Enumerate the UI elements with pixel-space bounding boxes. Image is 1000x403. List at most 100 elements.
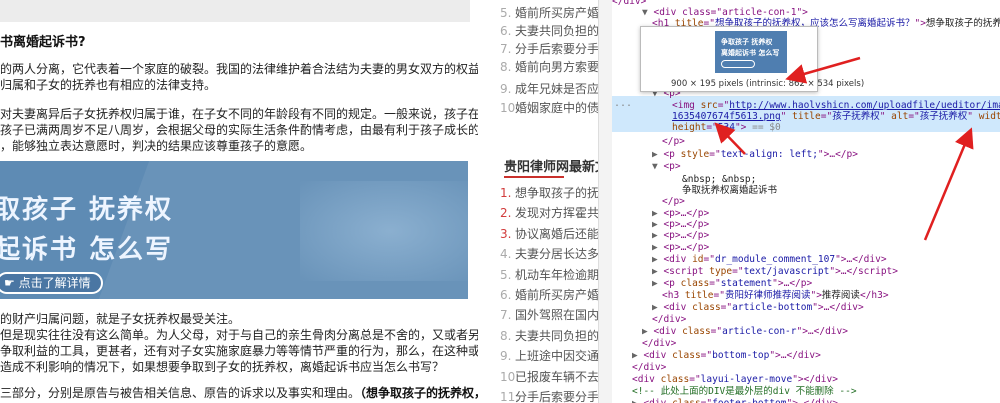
dom-line-div-close-3[interactable]: </div> [632,362,666,374]
dom-line-footer[interactable]: ▶ <div class="footer-bottom">…</div> [632,398,838,403]
sidebar-heading: 贵阳律师网最新文章 [504,160,598,175]
sidebar-latest-item[interactable]: 5.机动车年检逾期未 [500,266,598,284]
layui-class: layui-layer-move [700,374,793,385]
banner-details-label: 点击了解详情 [18,276,91,290]
dom-line-div-close[interactable]: </div> [652,314,686,326]
dom-line-article-bottom[interactable]: ▶ <div class="article-bottom">…</div> [652,302,864,314]
sidebar-item-link[interactable]: 成年兄妹是否应当 [515,82,598,96]
sidebar-top-item[interactable]: 9.成年兄妹是否应当 [500,80,598,98]
p-text-node: 争取抚养权离婚起诉书 [682,185,778,196]
sidebar-item-number: 2. [500,206,512,221]
sidebar-item-link[interactable]: 夫妻分居长达多久 [515,247,598,261]
dom-line-bottom-top[interactable]: ▶ <div class="bottom-top">…</div> [632,350,821,362]
last-line-text: 三部分，分别是原告与被告相关信息、原告的诉求以及事实和理由。 [0,386,361,400]
dom-line-div-close-2[interactable]: </div> [642,338,676,350]
sidebar-item-link[interactable]: 分手后索要分手费 [515,42,598,56]
article-banner-image[interactable]: 取孩子 抚养权 起诉书 怎么写 ☛ 点击了解详情 [0,161,468,299]
article-section-title: 书离婚起诉书? [0,35,86,50]
dom-line-layui[interactable]: <div class="layui-layer-move"></div> [632,374,838,386]
sidebar-top-item[interactable]: 10.婚姻家庭中的债务 [500,99,598,117]
sidebar-item-link[interactable]: 上班途中因交通事 [515,349,598,363]
bottom-top-class: bottom-top [712,350,770,361]
article-paragraph-line: 的两人分离，它代表着一个家庭的破裂。我国的法律维护着合法结为夫妻的男女双方的权益… [0,62,478,76]
dom-line-p-style[interactable]: ▶ <p style="text-align: left;">…</p> [652,149,858,161]
dom-line-h3[interactable]: <h3 title="贵阳好律师推荐阅读">推荐阅读</h3> [662,290,889,302]
sidebar-item-number: 6. [500,24,512,38]
devtools-gutter[interactable] [598,0,612,403]
sidebar-top-item[interactable]: 6.夫妻共同负担的债 [500,22,598,40]
dom-line-article-con-r[interactable]: ▶ <div class="article-con-r">…</div> [642,326,848,338]
article-bottom-class: article-bottom [732,302,813,313]
sidebar-item-number: 5. [500,6,512,20]
statement-class-attr: statement [720,278,773,289]
html-comment-text: 此处上面的DIV是最外层的div 不能删除 [660,386,834,397]
sidebar-item-link[interactable]: 已报废车辆不去注 [515,370,598,384]
sidebar-latest-item[interactable]: 6.婚前所买房产婚后 [500,286,598,304]
sidebar-latest-item[interactable]: 4.夫妻分居长达多久 [500,245,598,263]
dom-line-statement[interactable]: ▶ <p class="statement">…</p> [652,278,812,290]
nbsp-text: &nbsp; &nbsp; [682,174,757,185]
sidebar-latest-item[interactable]: 3.协议离婚后还能起 [500,225,598,243]
sidebar-item-number: 4. [500,247,512,262]
sidebar-item-number: 11. [500,390,520,403]
dom-line-p4[interactable]: ▼ <p> [652,161,681,173]
sidebar-item-link[interactable]: 夫妻共同负担的债 [515,24,598,38]
node-ellipsis[interactable]: ... [614,98,632,110]
article-paragraph-line: 孩子已满两周岁不足八周岁，会根据父母的实际生活条件酌情考虑，由最有利于孩子成长的… [0,123,478,137]
sidebar-item-link[interactable]: 想争取孩子的抚养 [515,186,598,200]
article-paragraph-line: 争取利益的工具，更甚者，还有对子女实施家庭暴力等等情节严重的行为，那么，在这种或… [0,344,478,358]
sidebar-item-link[interactable]: 国外驾照在国内能 [515,308,598,322]
article-column: 书离婚起诉书? 的两人分离，它代表着一个家庭的破裂。我国的法律维护着合法结为夫妻… [0,0,478,403]
dom-line-comment[interactable]: <!-- 此处上面的DIV是最外层的div 不能删除 --> [632,386,857,398]
thumb-line-2: 离婚起诉书 怎么写 [721,49,780,57]
sidebar-item-number: 5. [500,267,512,282]
dom-line-p8[interactable]: ▶ <p>…</p> [652,242,709,254]
banner-details-button[interactable]: ☛ 点击了解详情 [0,272,103,294]
img-src-link-2[interactable]: 1635407674f5613.png [672,111,781,122]
comment-div-id: dr_module_comment_107 [714,254,836,265]
sidebar-item-number: 6. [500,288,512,302]
thumb-line-1: 争取孩子 抚养权 [721,38,773,46]
img-src-link[interactable]: http://www.haolvshicn.com/uploadfile/ued… [729,100,1000,111]
article-con-r-class: article-con-r [722,326,797,337]
dom-line-img-3[interactable]: height="534"> == $0 [672,122,781,134]
sidebar-item-link[interactable]: 婚前所买房产婚后 [515,6,598,20]
sidebar-item-link[interactable]: 婚前向男方索要的 [515,60,598,74]
tooltip-dimensions: 900 × 195 pixels (intrinsic: 862 × 534 p… [671,79,865,89]
sidebar-latest-item[interactable]: 2.发现对方挥霍共同 [500,204,598,222]
article-paragraph-line: 的财产归属问题，就是子女抚养权最受关注。 [0,312,241,326]
sidebar-latest-item[interactable]: 10.已报废车辆不去注 [500,368,598,386]
dom-line-p7[interactable]: ▶ <p>…</p> [652,230,709,242]
img-height-attr: 534 [717,122,735,133]
thumb-button [721,60,755,68]
collapse-triangle-icon[interactable]: ▼ [642,7,648,18]
sidebar-top-item[interactable]: 8.婚前向男方索要的 [500,58,598,76]
sidebar-item-link[interactable]: 发现对方挥霍共同 [515,206,598,220]
sidebar-top-item[interactable]: 5.婚前所买房产婚后 [500,4,598,22]
article-paragraph-line: 归属和子女的抚养也有相应的法律支持。 [0,78,217,92]
sidebar-latest-item[interactable]: 7.国外驾照在国内能 [500,306,598,324]
sidebar-item-link[interactable]: 婚姻家庭中的债务 [515,101,598,115]
sidebar-item-link[interactable]: 机动车年检逾期未 [515,268,598,282]
sidebar-top-item[interactable]: 7.分手后索要分手费 [500,40,598,58]
sidebar-latest-item[interactable]: 11.分手后索要分手费 [500,388,598,403]
h1-text: 想争取孩子的抚养权，应 [925,18,1000,29]
dom-line-p3-close[interactable]: </p> [662,136,685,148]
h3-text: 推荐阅读 [821,290,860,301]
article-paragraph-line: 造成不利影响的情况下，如果想要争取到子女的抚养权，离婚起诉书应当怎么书写？ [0,360,445,374]
sidebar-latest-item[interactable]: 8.夫妻共同负担的债 [500,327,598,345]
sidebar-item-link[interactable]: 婚前所买房产婚后 [515,288,598,302]
sidebar-item-number: 10. [500,369,520,384]
sidebar-latest-item[interactable]: 9.上班途中因交通事 [500,347,598,365]
sidebar-item-link[interactable]: 分手后索要分手费 [515,390,598,403]
dom-line-comment-div[interactable]: ▶ <div id="dr_module_comment_107">…</div… [652,254,887,266]
dom-line-p4-close[interactable]: </p> [662,196,685,208]
sidebar-latest-item[interactable]: 1.想争取孩子的抚养 [500,184,598,202]
dom-line-script[interactable]: ▶ <script type="text/javascript">…</scri… [652,266,898,278]
sidebar-item-number: 9. [500,82,512,96]
sidebar-item-link[interactable]: 夫妻共同负担的债 [515,329,598,343]
dom-line-text[interactable]: 争取抚养权离婚起诉书 [682,185,777,197]
sidebar-item-link[interactable]: 协议离婚后还能起 [515,227,598,241]
img-title-attr: 孩子抚养权 [832,111,880,122]
h3-title-attr: 贵阳好律师推荐阅读 [724,290,811,301]
